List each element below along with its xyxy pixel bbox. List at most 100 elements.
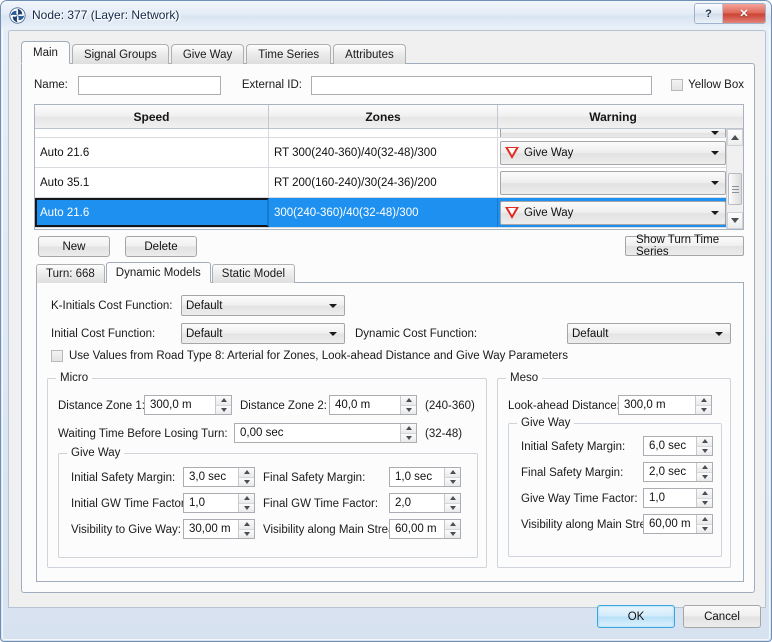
spinner-down-button[interactable] xyxy=(239,529,254,538)
micro-visibility-main-stream-value[interactable]: 60,00 m xyxy=(390,520,444,538)
micro-visibility-to-give-way-spinner[interactable]: 30,00 m xyxy=(183,519,255,539)
scroll-up-button[interactable] xyxy=(727,129,743,146)
meso-initial-safety-margin-spinner[interactable]: 6,0 sec xyxy=(643,436,713,456)
spinner-down-button[interactable] xyxy=(697,446,712,455)
tab-turn[interactable]: Turn: 668 xyxy=(36,264,105,283)
tab-signal-groups[interactable]: Signal Groups xyxy=(71,44,169,64)
show-turn-time-series-button[interactable]: Show Turn Time Series xyxy=(625,234,744,258)
tab-main[interactable]: Main xyxy=(21,41,70,64)
spinner-down-button[interactable] xyxy=(697,524,712,533)
distance-zone-2-value[interactable]: 40,0 m xyxy=(330,396,400,414)
spinner-down-button[interactable] xyxy=(401,405,416,414)
cancel-button[interactable]: Cancel xyxy=(683,605,761,628)
spinner-up-button[interactable] xyxy=(445,468,460,478)
spinner-up-button[interactable] xyxy=(697,437,712,447)
spinner-down-button[interactable] xyxy=(239,477,254,486)
look-ahead-distance-spinner[interactable]: 300,0 m xyxy=(618,395,712,415)
spinner-up-button[interactable] xyxy=(697,463,712,473)
spinner-buttons[interactable] xyxy=(400,396,416,414)
spinner-buttons[interactable] xyxy=(215,396,231,414)
spinner-down-button[interactable] xyxy=(445,503,460,512)
ok-button[interactable]: OK xyxy=(597,605,675,628)
spinner-down-button[interactable] xyxy=(697,472,712,481)
cell-zones[interactable]: RT 300(240-360)/40(32-48)/300 xyxy=(269,138,498,167)
meso-give-way-time-factor-spinner[interactable]: 1,0 xyxy=(643,488,713,508)
micro-initial-safety-margin-value[interactable]: 3,0 sec xyxy=(184,468,238,486)
micro-initial-safety-margin-spinner[interactable]: 3,0 sec xyxy=(183,467,255,487)
spinner-down-button[interactable] xyxy=(445,529,460,538)
spinner-up-button[interactable] xyxy=(401,396,416,406)
tab-dynamic-models[interactable]: Dynamic Models xyxy=(105,262,211,283)
spinner-up-button[interactable] xyxy=(216,396,231,406)
warning-dropdown[interactable]: Give Way xyxy=(500,140,726,165)
waiting-time-value[interactable]: 0,00 sec xyxy=(235,424,400,442)
spinner-up-button[interactable] xyxy=(239,468,254,478)
dynamic-cost-function-dropdown[interactable]: Default xyxy=(567,323,731,344)
initial-cost-function-dropdown[interactable]: Default xyxy=(181,323,345,344)
spinner-up-button[interactable] xyxy=(401,424,416,434)
spinner-down-button[interactable] xyxy=(696,405,711,414)
column-header-warning[interactable]: Warning xyxy=(498,105,728,128)
column-header-zones[interactable]: Zones xyxy=(269,105,498,128)
spinner-up-button[interactable] xyxy=(445,520,460,530)
scroll-down-button[interactable] xyxy=(727,212,743,229)
road-type-checkbox-row[interactable]: Use Values from Road Type 8: Arterial fo… xyxy=(51,350,568,362)
tab-attributes[interactable]: Attributes xyxy=(333,44,406,64)
cell-zones[interactable]: RT 200(160-240)/30(24-36)/200 xyxy=(269,168,498,197)
cell-warning[interactable]: Give Way xyxy=(498,198,728,227)
micro-final-gw-time-factor-value[interactable]: 2,0 xyxy=(390,494,444,512)
close-button[interactable]: ✕ xyxy=(723,4,765,23)
micro-final-gw-time-factor-spinner[interactable]: 2,0 xyxy=(389,493,461,513)
cell-zones[interactable] xyxy=(269,129,498,137)
column-header-speed[interactable]: Speed xyxy=(35,105,269,128)
cell-warning[interactable] xyxy=(498,129,728,137)
cell-warning[interactable] xyxy=(498,168,728,197)
micro-initial-gw-time-factor-spinner[interactable]: 1,0 xyxy=(183,493,255,513)
delete-button[interactable]: Delete xyxy=(125,236,197,257)
meso-give-way-time-factor-value[interactable]: 1,0 xyxy=(644,489,696,507)
micro-visibility-to-give-way-value[interactable]: 30,00 m xyxy=(184,520,238,538)
spinner-down-button[interactable] xyxy=(697,498,712,507)
distance-zone-1-value[interactable]: 300,0 m xyxy=(145,396,215,414)
warning-dropdown[interactable] xyxy=(500,170,726,195)
new-button[interactable]: New xyxy=(38,236,110,257)
spinner-up-button[interactable] xyxy=(239,520,254,530)
name-input[interactable] xyxy=(77,75,221,95)
table-row[interactable]: Auto 35.1 RT 200(160-240)/30(24-36)/200 xyxy=(35,168,743,198)
cell-speed[interactable]: Auto 21.6 xyxy=(35,198,269,227)
table-row[interactable] xyxy=(35,129,743,138)
help-button[interactable]: ? xyxy=(695,4,723,23)
cell-speed[interactable]: Auto 35.1 xyxy=(35,168,269,197)
spinner-down-button[interactable] xyxy=(401,433,416,442)
spinner-down-button[interactable] xyxy=(216,405,231,414)
table-vertical-scrollbar[interactable] xyxy=(726,129,743,229)
distance-zone-2-spinner[interactable]: 40,0 m xyxy=(329,395,417,415)
tab-time-series[interactable]: Time Series xyxy=(246,44,332,64)
warning-dropdown[interactable]: Give Way xyxy=(500,200,726,225)
cell-speed[interactable] xyxy=(35,129,269,137)
spinner-down-button[interactable] xyxy=(239,503,254,512)
meso-visibility-main-stream-spinner[interactable]: 60,00 m xyxy=(643,514,713,534)
micro-visibility-main-stream-spinner[interactable]: 60,00 m xyxy=(389,519,461,539)
spinner-up-button[interactable] xyxy=(697,515,712,525)
spinner-down-button[interactable] xyxy=(445,477,460,486)
tab-static-model[interactable]: Static Model xyxy=(211,264,296,283)
yellow-box-checkbox[interactable] xyxy=(671,79,684,91)
scrollbar-thumb[interactable] xyxy=(728,173,742,205)
cell-speed[interactable]: Auto 21.6 xyxy=(35,138,269,167)
micro-final-safety-margin-value[interactable]: 1,0 sec xyxy=(390,468,444,486)
meso-visibility-main-stream-value[interactable]: 60,00 m xyxy=(644,515,696,533)
table-row[interactable]: Auto 21.6 RT 300(240-360)/40(32-48)/300 … xyxy=(35,138,743,168)
spinner-up-button[interactable] xyxy=(445,494,460,504)
cell-zones[interactable]: 300(240-360)/40(32-48)/300 xyxy=(269,198,498,227)
tab-give-way[interactable]: Give Way xyxy=(170,44,245,64)
warning-dropdown[interactable] xyxy=(500,129,726,137)
spinner-buttons[interactable] xyxy=(400,424,416,442)
meso-final-safety-margin-spinner[interactable]: 2,0 sec xyxy=(643,462,713,482)
spinner-up-button[interactable] xyxy=(239,494,254,504)
waiting-time-spinner[interactable]: 0,00 sec xyxy=(234,423,417,443)
distance-zone-1-spinner[interactable]: 300,0 m xyxy=(144,395,232,415)
spinner-up-button[interactable] xyxy=(697,489,712,499)
cell-warning[interactable]: Give Way xyxy=(498,138,728,167)
road-type-checkbox[interactable] xyxy=(51,350,63,362)
